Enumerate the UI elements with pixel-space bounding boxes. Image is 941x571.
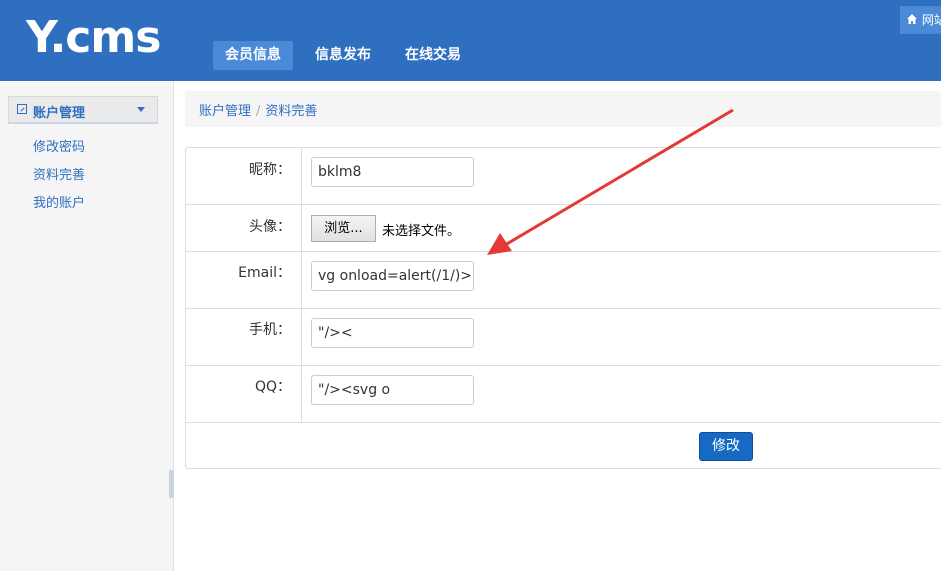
nav-member-info[interactable]: 会员信息 <box>213 41 293 70</box>
email-label: Email： <box>238 265 291 281</box>
label-cell: Email： <box>186 252 302 308</box>
top-header: Y.cms 会员信息 信息发布 在线交易 网站 <box>0 0 941 81</box>
sidebar-group-account[interactable]: 账户管理 <box>8 96 158 124</box>
breadcrumb-item-account[interactable]: 账户管理 <box>199 104 251 119</box>
qq-label: QQ： <box>254 379 291 395</box>
sidebar-item-complete-profile[interactable]: 资料完善 <box>33 164 85 183</box>
nickname-input[interactable]: bklm8 <box>311 157 474 187</box>
breadcrumb-separator: / <box>256 104 261 119</box>
submit-button[interactable]: 修改 <box>699 432 753 461</box>
phone-label: 手机： <box>249 322 291 338</box>
label-cell: 手机： <box>186 309 302 365</box>
form-row-avatar: 头像： 浏览... 未选择文件。 <box>186 205 941 252</box>
email-input[interactable]: vg onload=alert(/1/)> <box>311 261 474 291</box>
sidebar-group-label: 账户管理 <box>33 106 86 121</box>
home-icon <box>907 14 917 24</box>
profile-form: 昵称： bklm8 头像： 浏览... 未选择文件。 Email： vg onl… <box>185 147 941 469</box>
nav-online-trade[interactable]: 在线交易 <box>393 41 473 70</box>
main-nav: 会员信息 信息发布 在线交易 <box>213 41 483 70</box>
browse-button[interactable]: 浏览... <box>311 215 376 242</box>
form-row-nickname: 昵称： bklm8 <box>186 148 941 205</box>
nav-info-publish[interactable]: 信息发布 <box>303 41 383 70</box>
external-link-icon <box>17 104 27 114</box>
label-cell: QQ： <box>186 366 302 422</box>
sidebar-item-my-account[interactable]: 我的账户 <box>33 192 85 211</box>
sidebar: 账户管理 修改密码 资料完善 我的账户 <box>0 81 174 571</box>
nickname-label: 昵称： <box>249 162 291 178</box>
label-cell: 昵称： <box>186 148 302 204</box>
phone-input[interactable]: "/>< <box>311 318 474 348</box>
site-logo[interactable]: Y.cms <box>26 14 161 62</box>
home-label: 网站 <box>921 13 941 27</box>
home-link[interactable]: 网站 <box>900 6 941 34</box>
chevron-down-icon <box>137 107 145 112</box>
form-row-email: Email： vg onload=alert(/1/)> <box>186 252 941 309</box>
file-status-text: 未选择文件。 <box>382 224 461 239</box>
label-cell: 头像： <box>186 205 302 251</box>
qq-input[interactable]: "/><svg o <box>311 375 474 405</box>
breadcrumb-item-profile[interactable]: 资料完善 <box>265 104 317 119</box>
sidebar-resize-handle[interactable] <box>169 470 174 498</box>
form-row-qq: QQ： "/><svg o <box>186 366 941 423</box>
breadcrumb: 账户管理 / 资料完善 <box>185 91 941 127</box>
sidebar-item-change-password[interactable]: 修改密码 <box>33 136 85 155</box>
avatar-label: 头像： <box>249 219 291 235</box>
form-row-phone: 手机： "/>< <box>186 309 941 366</box>
